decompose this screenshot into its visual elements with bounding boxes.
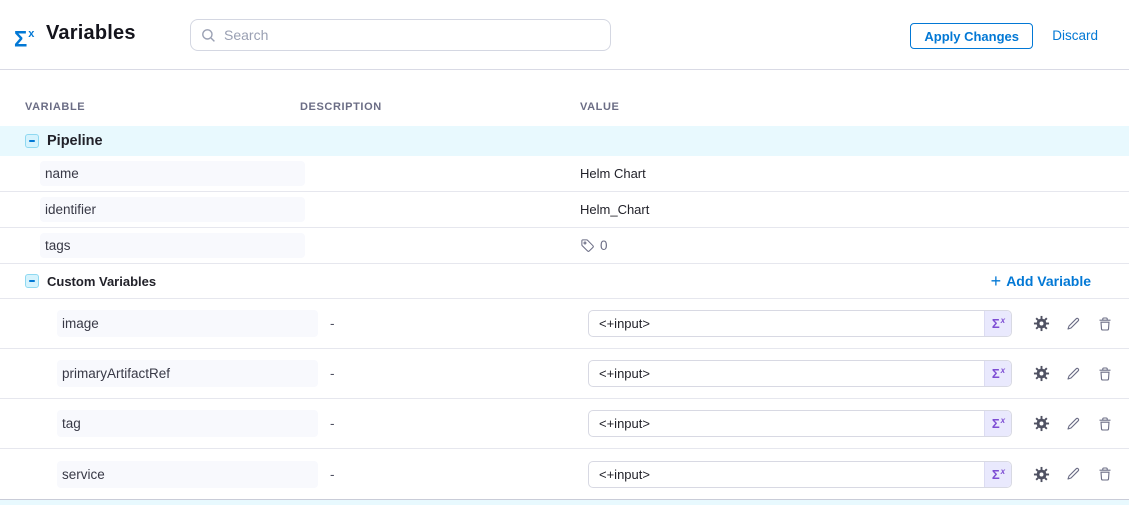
table-row-service: service - <+input> Σx [0,449,1129,499]
pipeline-section-header[interactable]: Pipeline [0,126,1129,156]
apply-changes-button[interactable]: Apply Changes [910,23,1033,49]
value-input[interactable]: <+input> Σx [588,410,1012,437]
expression-toggle-icon[interactable]: Σx [984,311,1011,336]
column-header-value: VALUE [580,101,1129,113]
custom-variables-section-header[interactable]: Custom Variables + Add Variable [0,264,1129,299]
collapse-icon[interactable] [25,274,39,288]
column-header-description: DESCRIPTION [300,101,580,113]
value-input-text: <+input> [589,366,984,381]
custom-variables-section-title: Custom Variables [47,274,156,289]
variable-name: tags [40,233,305,258]
search-icon [201,28,216,43]
settings-icon[interactable] [1032,315,1050,333]
sigma-sup: x [1001,366,1005,375]
sigma-glyph: Σ [992,316,1000,331]
delete-icon[interactable] [1096,415,1114,433]
edit-icon[interactable] [1064,365,1082,383]
tags-value: 0 [580,238,608,253]
delete-icon[interactable] [1096,315,1114,333]
edit-icon[interactable] [1064,315,1082,333]
value-input-text: <+input> [589,416,984,431]
table-header: VARIABLE DESCRIPTION VALUE [0,70,1129,126]
variable-description: - [300,416,580,431]
tag-icon [580,238,595,253]
variable-value: Helm_Chart [580,202,649,217]
plus-icon: + [991,274,1002,288]
settings-icon[interactable] [1032,465,1050,483]
page-title: Variables [46,22,136,45]
table-row-tags: tags 0 [0,228,1129,264]
expression-toggle-icon[interactable]: Σx [984,361,1011,386]
variable-description: - [300,467,580,482]
sigma-glyph: Σ [992,416,1000,431]
edit-icon[interactable] [1064,465,1082,483]
variable-name: service [57,461,318,488]
table-row-image: image - <+input> Σx [0,299,1129,349]
sigma-glyph: Σ [992,366,1000,381]
variable-description: - [300,366,580,381]
sigma-sup: x [1001,467,1005,476]
tag-count: 0 [600,238,608,253]
collapse-icon[interactable] [25,134,39,148]
value-input[interactable]: <+input> Σx [588,310,1012,337]
panel-header: Σx Variables Apply Changes Discard [0,0,1129,70]
value-input-text: <+input> [589,467,984,482]
sigma-sup: x [28,28,34,40]
settings-icon[interactable] [1032,415,1050,433]
search-input[interactable] [224,27,600,43]
discard-button[interactable]: Discard [1052,28,1098,43]
sigma-sup: x [1001,416,1005,425]
variable-name: identifier [40,197,305,222]
value-input[interactable]: <+input> Σx [588,461,1012,488]
table-row-identifier: identifier Helm_Chart [0,192,1129,228]
variables-panel: Σx Variables Apply Changes Discard VARIA… [0,0,1129,505]
variable-name: primaryArtifactRef [57,360,318,387]
sigma-glyph: Σ [992,467,1000,482]
variable-name: tag [57,410,318,437]
pipeline-section-title: Pipeline [47,133,103,149]
table-row-primaryartifactref: primaryArtifactRef - <+input> Σx [0,349,1129,399]
variable-name: name [40,161,305,186]
sigma-sup: x [1001,316,1005,325]
variable-description: - [300,316,580,331]
column-header-variable: VARIABLE [25,101,300,113]
add-variable-label: Add Variable [1006,273,1091,289]
variable-value: Helm Chart [580,166,646,181]
expression-toggle-icon[interactable]: Σx [984,411,1011,436]
value-input[interactable]: <+input> Σx [588,360,1012,387]
add-variable-button[interactable]: + Add Variable [991,273,1091,289]
settings-icon[interactable] [1032,365,1050,383]
edit-icon[interactable] [1064,415,1082,433]
variable-name: image [57,310,318,337]
expression-toggle-icon[interactable]: Σx [984,462,1011,487]
value-input-text: <+input> [589,316,984,331]
sigma-logo-icon: Σx [14,22,33,52]
sigma-glyph: Σ [14,26,27,51]
search-box[interactable] [190,19,611,51]
delete-icon[interactable] [1096,465,1114,483]
next-section-partial-row [0,499,1129,505]
delete-icon[interactable] [1096,365,1114,383]
table-row-tag: tag - <+input> Σx [0,399,1129,449]
table-row-name: name Helm Chart [0,156,1129,192]
